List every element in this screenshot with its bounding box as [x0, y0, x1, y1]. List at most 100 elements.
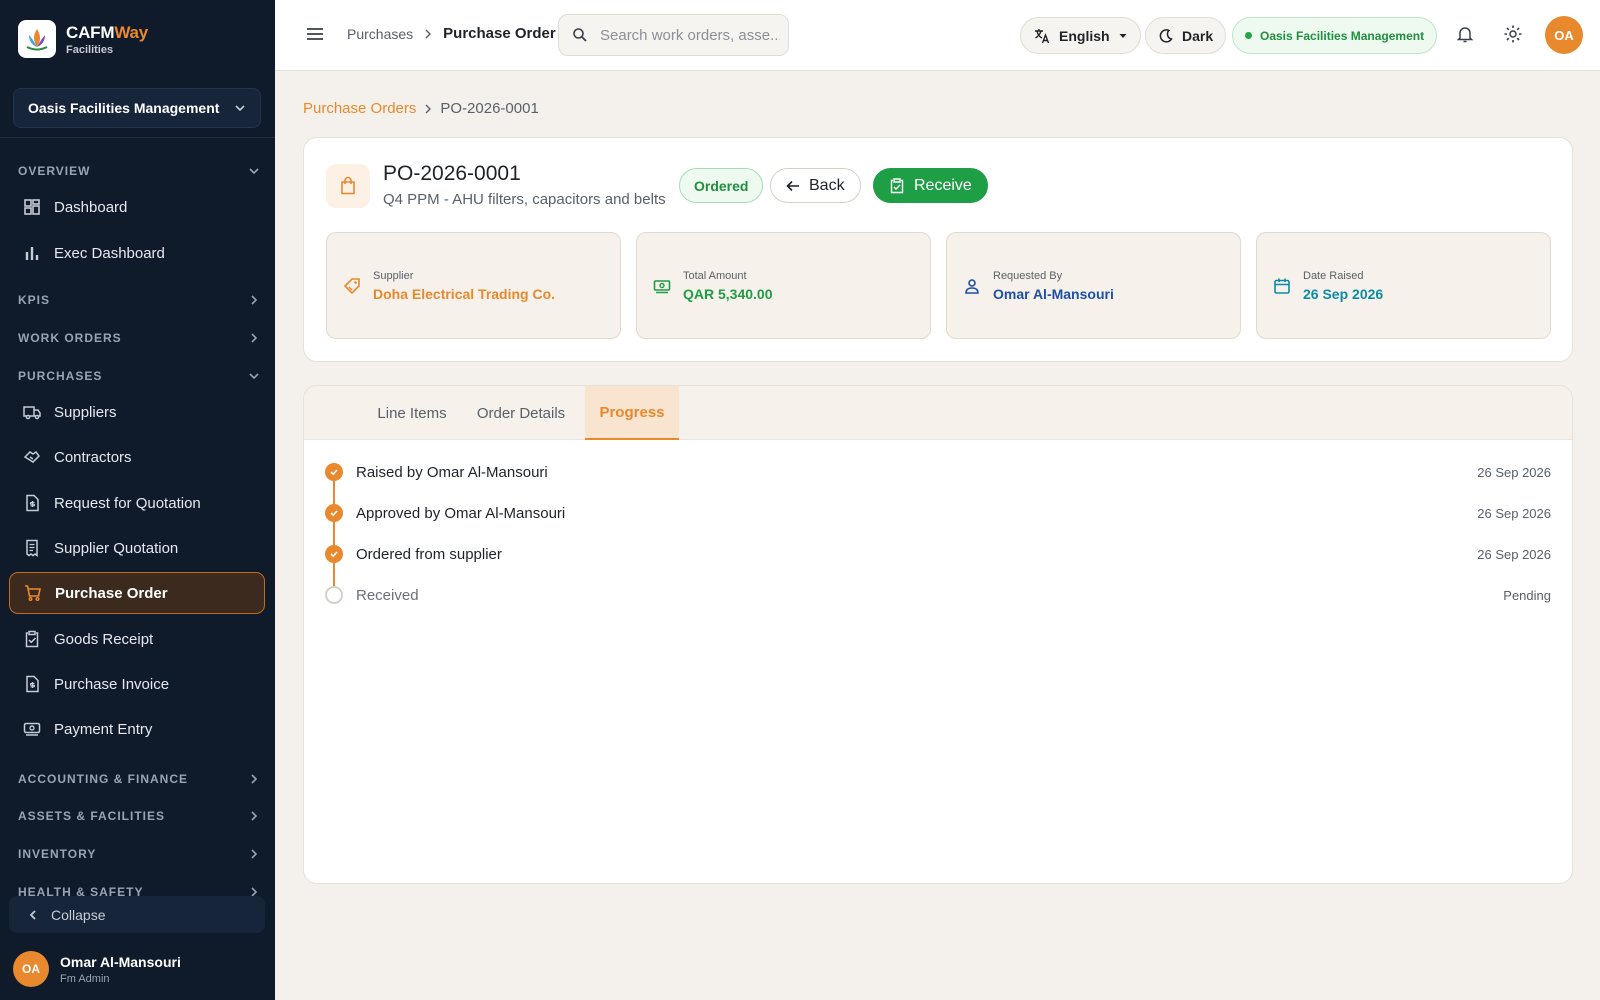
tab-line-items[interactable]: Line Items	[363, 386, 461, 440]
user-role: Fm Admin	[60, 972, 110, 985]
requested-by-value[interactable]: Omar Al-Mansouri	[993, 286, 1114, 302]
chevron-left-icon	[29, 909, 36, 920]
step-date: 26 Sep 2026	[1477, 464, 1551, 480]
chevron-down-icon	[235, 105, 245, 112]
step-date: 26 Sep 2026	[1477, 505, 1551, 521]
search-box[interactable]	[558, 14, 789, 56]
org-selector[interactable]: Oasis Facilities Management	[13, 88, 261, 128]
sidebar-item-payment-entry[interactable]: Payment Entry	[9, 708, 265, 750]
collapse-label: Collapse	[51, 906, 106, 923]
info-requested-by: Requested By Omar Al-Mansouri	[946, 232, 1241, 339]
invoice-icon	[26, 675, 39, 693]
tab-progress[interactable]: Progress	[585, 386, 679, 440]
avatar: OA	[13, 951, 49, 987]
section-label: PURCHASES	[18, 369, 103, 383]
timeline-step: Ordered from supplier 26 Sep 2026	[325, 542, 1551, 566]
status-dot	[1245, 32, 1252, 39]
bell-icon	[1456, 27, 1474, 43]
section-inventory[interactable]: INVENTORY	[18, 844, 260, 864]
section-purchases[interactable]: PURCHASES	[18, 366, 260, 386]
notifications-button[interactable]	[1455, 24, 1475, 47]
sidebar-item-exec-dashboard[interactable]: Exec Dashboard	[9, 232, 265, 274]
sidebar-scroll-clip: HEALTH & SAFETY	[0, 870, 275, 896]
pending-circle-icon	[325, 586, 343, 604]
section-label: OVERVIEW	[18, 164, 91, 178]
menu-button[interactable]	[305, 24, 325, 47]
section-label: ACCOUNTING & FINANCE	[18, 772, 188, 786]
section-health-safety[interactable]: HEALTH & SAFETY	[18, 882, 260, 896]
sidebar-item-request-for-quotation[interactable]: Request for Quotation	[9, 482, 265, 524]
timeline-step: Received Pending	[325, 583, 1551, 607]
settings-button[interactable]	[1503, 24, 1523, 47]
org-badge-label: Oasis Facilities Management	[1260, 28, 1425, 43]
search-input[interactable]	[600, 26, 780, 44]
chevron-right-icon	[425, 104, 432, 113]
brand[interactable]: CAFMWay Facilities	[18, 20, 148, 58]
chevron-down-icon	[249, 373, 259, 380]
tab-order-details[interactable]: Order Details	[469, 386, 573, 440]
step-label: Raised by Omar Al-Mansouri	[356, 463, 548, 481]
sidebar-item-dashboard[interactable]: Dashboard	[9, 186, 265, 228]
status-badge: Ordered	[679, 168, 764, 203]
supplier-value[interactable]: Doha Electrical Trading Co.	[373, 286, 555, 302]
tag-icon	[343, 277, 360, 294]
breadcrumb-top: Purchases Purchase Order	[347, 25, 556, 42]
gear-icon	[1504, 25, 1522, 43]
info-label: Date Raised	[1303, 269, 1364, 282]
receive-icon	[890, 177, 904, 193]
breadcrumb: Purchase Orders PO-2026-0001	[303, 100, 539, 117]
section-assets-facilities[interactable]: ASSETS & FACILITIES	[18, 806, 260, 826]
breadcrumb-link[interactable]: Purchase Orders	[303, 100, 416, 117]
sidebar-item-contractors[interactable]: Contractors	[9, 436, 265, 478]
sidebar-item-label: Request for Quotation	[54, 494, 201, 512]
chevron-right-icon	[251, 333, 258, 343]
theme-toggle[interactable]: Dark	[1145, 17, 1227, 54]
section-label: INVENTORY	[18, 847, 97, 861]
clipboard-check-icon	[25, 630, 39, 648]
sidebar-item-label: Purchase Order	[55, 584, 168, 602]
info-label: Requested By	[993, 269, 1063, 282]
sidebar-item-label: Goods Receipt	[54, 630, 154, 648]
language-selector[interactable]: English	[1020, 17, 1141, 54]
sidebar-item-label: Supplier Quotation	[54, 539, 179, 557]
collapse-button[interactable]: Collapse	[9, 896, 265, 933]
receive-button[interactable]: Receive	[873, 168, 988, 203]
org-selector-label: Oasis Facilities Management	[28, 100, 220, 116]
user-avatar[interactable]: OA	[1545, 16, 1583, 54]
timeline-line	[333, 472, 335, 592]
chevron-right-icon	[251, 887, 258, 896]
brand-logo-icon	[18, 20, 56, 58]
sidebar-item-suppliers[interactable]: Suppliers	[9, 391, 265, 433]
step-date: Pending	[1503, 587, 1551, 603]
sidebar-user[interactable]: OA Omar Al-Mansouri Fm Admin	[13, 951, 181, 987]
sidebar-item-supplier-quotation[interactable]: Supplier Quotation	[9, 527, 265, 569]
user-icon	[965, 278, 979, 294]
chevron-right-icon	[425, 29, 432, 38]
sidebar-item-goods-receipt[interactable]: Goods Receipt	[9, 618, 265, 660]
section-work-orders[interactable]: WORK ORDERS	[18, 328, 260, 348]
tab-bar: Line Items Order Details Progress	[304, 386, 1572, 440]
back-button[interactable]: Back	[770, 168, 861, 203]
chevron-right-icon	[251, 811, 258, 821]
info-total-amount: Total Amount QAR 5,340.00	[636, 232, 931, 339]
topbar: Purchases Purchase Order English Dark Oa…	[275, 0, 1600, 71]
section-label: KPIS	[18, 293, 51, 307]
page-title: PO-2026-0001	[383, 162, 521, 185]
section-overview[interactable]: OVERVIEW	[18, 161, 260, 181]
truck-icon	[23, 406, 41, 420]
breadcrumb-parent[interactable]: Purchases	[347, 26, 413, 42]
sidebar-item-purchase-order[interactable]: Purchase Order	[9, 572, 265, 614]
breadcrumb-current: Purchase Order	[443, 25, 556, 42]
brand-subtitle: Facilities	[66, 43, 114, 56]
section-kpis[interactable]: KPIS	[18, 290, 260, 310]
info-label: Supplier	[373, 269, 414, 282]
arrow-left-icon	[786, 180, 799, 191]
sidebar-item-label: Suppliers	[54, 403, 117, 421]
section-accounting-finance[interactable]: ACCOUNTING & FINANCE	[18, 769, 260, 789]
org-badge[interactable]: Oasis Facilities Management	[1232, 17, 1438, 54]
sidebar-item-purchase-invoice[interactable]: Purchase Invoice	[9, 663, 265, 705]
chevron-right-icon	[251, 849, 258, 859]
dashboard-icon	[24, 199, 40, 215]
step-label: Ordered from supplier	[356, 545, 502, 563]
sidebar-item-label: Purchase Invoice	[54, 675, 170, 693]
